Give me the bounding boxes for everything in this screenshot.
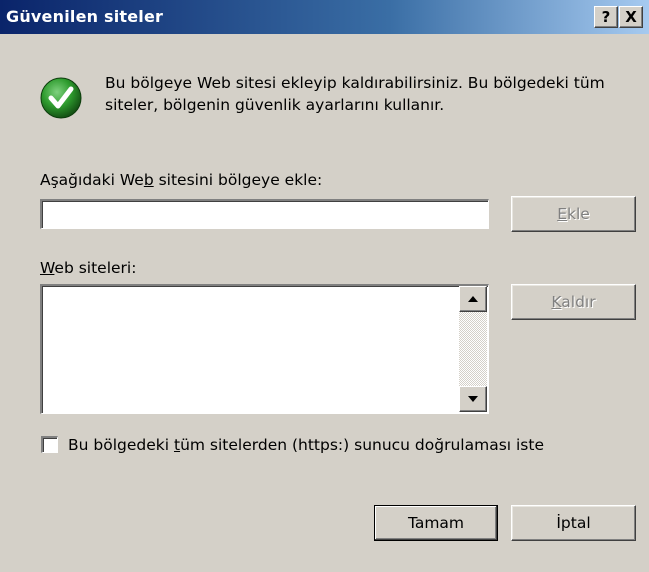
- info-text: Bu bölgeye Web sitesi ekleyip kaldırabil…: [105, 74, 605, 114]
- add-site-label: Aşağıdaki Web sitesini bölgeye ekle:: [40, 171, 323, 189]
- https-checkbox[interactable]: [41, 436, 58, 453]
- scroll-up-button[interactable]: [459, 286, 487, 312]
- arrow-up-icon: [468, 296, 478, 302]
- remove-button[interactable]: Kaldır: [511, 284, 636, 320]
- add-button[interactable]: Ekle: [511, 196, 636, 232]
- close-button[interactable]: X: [619, 6, 643, 28]
- https-checkbox-label[interactable]: Bu bölgedeki tüm sitelerden (https:) sun…: [68, 436, 544, 454]
- cancel-button[interactable]: İptal: [511, 505, 636, 541]
- sites-label: Web siteleri:: [40, 259, 137, 277]
- site-url-input[interactable]: [40, 199, 489, 229]
- title-bar[interactable]: Güvenilen siteler ? X: [0, 0, 649, 34]
- window-title: Güvenilen siteler: [6, 7, 164, 26]
- check-icon: [40, 77, 82, 119]
- arrow-down-icon: [468, 396, 478, 402]
- ok-button[interactable]: Tamam: [374, 505, 498, 541]
- help-button[interactable]: ?: [594, 6, 618, 28]
- sites-scrollbar[interactable]: [459, 286, 487, 412]
- sites-list[interactable]: [40, 284, 489, 414]
- scroll-down-button[interactable]: [459, 386, 487, 412]
